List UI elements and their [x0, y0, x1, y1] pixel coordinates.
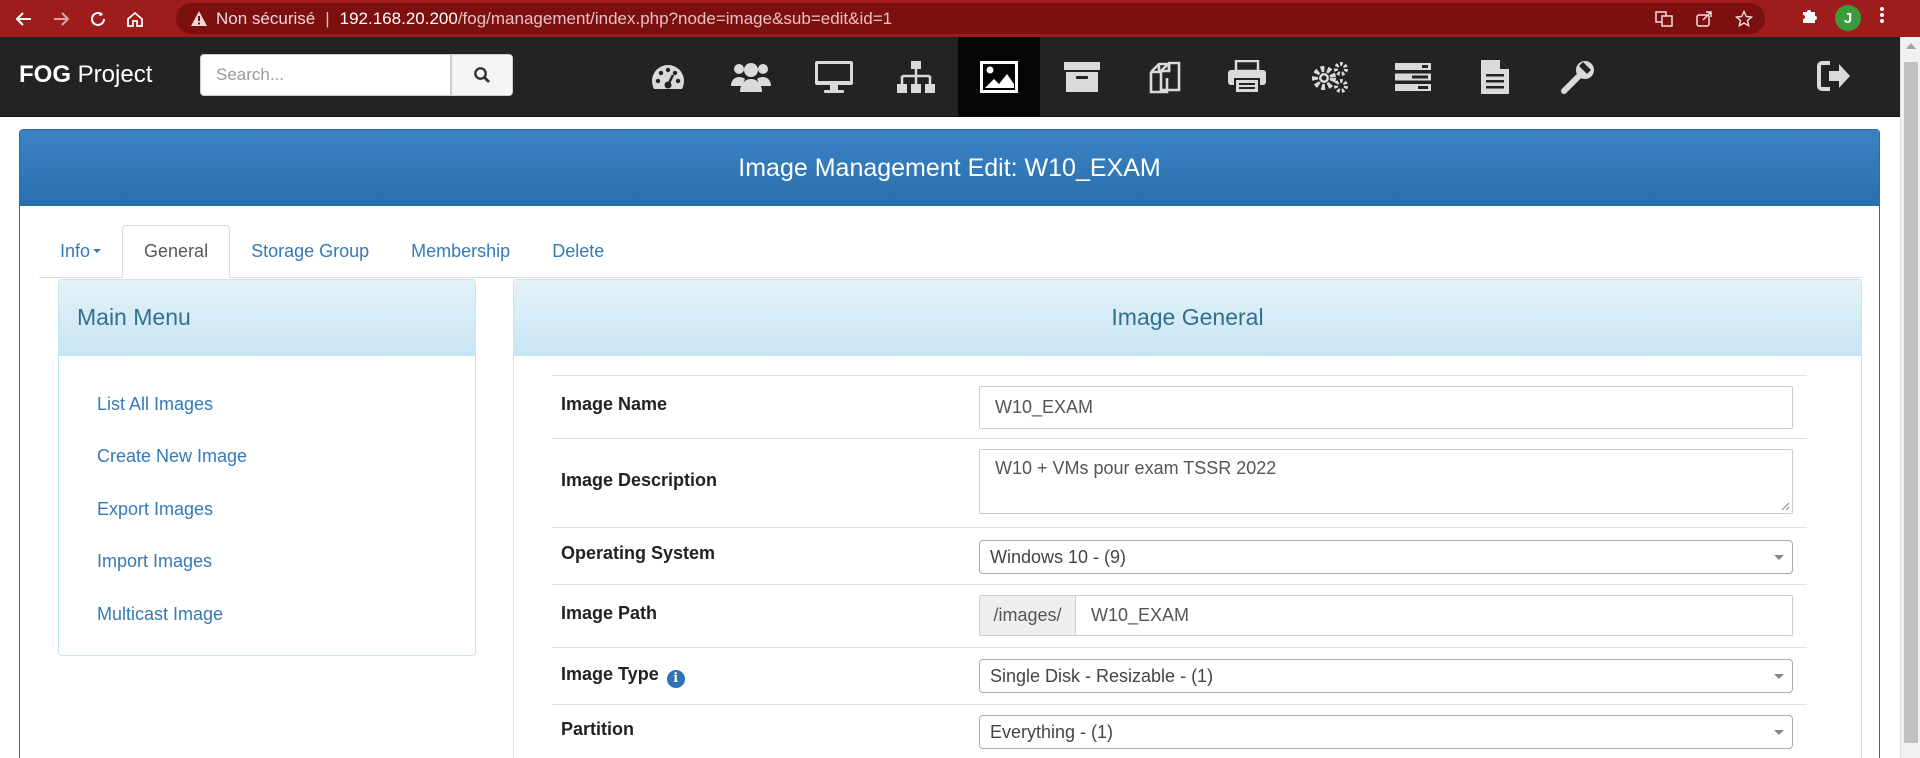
forward-icon[interactable]	[48, 6, 74, 32]
menu-item-create-new-image[interactable]: Create New Image	[59, 431, 475, 484]
page-scrollbar[interactable]	[1900, 37, 1920, 758]
brand-logo[interactable]: FOG Project	[19, 61, 152, 89]
back-icon[interactable]	[11, 6, 37, 32]
reports-icon[interactable]	[1454, 37, 1537, 117]
dashboard-icon[interactable]	[627, 37, 710, 117]
hosts-icon[interactable]	[792, 37, 875, 117]
partition-label: Partition	[561, 719, 635, 739]
operating-system-label: Operating System	[561, 543, 716, 563]
address-bar[interactable]: Non sécurisé | 192.168.20.200/fog/manage…	[176, 3, 1765, 34]
insecure-label: Non sécurisé	[216, 8, 316, 28]
tab-delete[interactable]: Delete	[531, 225, 625, 277]
image-edit-panel: Image Management Edit: W10_EXAM Info Gen…	[19, 129, 1880, 758]
edit-tabs: Info General Storage Group Membership De…	[39, 225, 1861, 278]
operating-system-value: Windows 10 - (9)	[990, 546, 1127, 567]
chevron-down-icon	[1774, 730, 1784, 735]
form-row-operating-system: Operating System Windows 10 - (9)	[552, 528, 1807, 585]
image-type-value: Single Disk - Resizable - (1)	[990, 665, 1214, 686]
printers-icon[interactable]	[1206, 37, 1289, 117]
share-icon[interactable]	[1693, 8, 1715, 30]
tab-info[interactable]: Info	[39, 225, 122, 277]
form-row-image-description: Image Description W10 + VMs pour exam TS…	[552, 439, 1807, 528]
resize-handle-icon[interactable]	[1780, 501, 1790, 511]
translate-icon[interactable]	[1653, 8, 1675, 30]
page-title: Image Management Edit: W10_EXAM	[20, 130, 1879, 206]
users-icon[interactable]	[710, 37, 793, 117]
image-path-prefix: /images/	[979, 595, 1076, 636]
browser-toolbar: Non sécurisé | 192.168.20.200/fog/manage…	[0, 0, 1920, 37]
partition-select[interactable]: Everything - (1)	[979, 715, 1793, 749]
snapins-icon[interactable]	[1123, 37, 1206, 117]
brand-bold: FOG	[19, 61, 71, 88]
menu-item-list-all-images[interactable]: List All Images	[59, 378, 475, 431]
profile-avatar[interactable]: J	[1835, 5, 1861, 31]
form-row-partition: Partition Everything - (1)	[552, 705, 1807, 758]
scrollbar-thumb[interactable]	[1904, 62, 1918, 743]
main-menu: Main Menu List All Images Create New Ima…	[58, 279, 476, 656]
image-description-label: Image Description	[561, 470, 718, 490]
caret-down-icon	[93, 249, 102, 253]
search-icon	[474, 67, 490, 83]
image-description-value: W10 + VMs pour exam TSSR 2022	[995, 458, 1277, 478]
image-name-input[interactable]: W10_EXAM	[979, 386, 1793, 429]
chevron-down-icon	[1774, 555, 1784, 560]
form-row-image-path: Image Path /images/ W10_EXAM	[552, 585, 1807, 648]
search-input[interactable]: Search...	[200, 54, 451, 96]
image-path-label: Image Path	[561, 603, 658, 623]
image-type-label-text: Image Type	[561, 664, 659, 684]
storage-icon[interactable]	[1040, 37, 1123, 117]
url-host: 192.168.20.200	[339, 8, 458, 28]
search-button[interactable]	[451, 54, 513, 96]
form-row-image-type: Image Type i Single Disk - Resizable - (1…	[552, 648, 1807, 705]
tab-info-label: Info	[60, 240, 91, 261]
reload-icon[interactable]	[85, 6, 111, 32]
image-description-textarea[interactable]: W10 + VMs pour exam TSSR 2022	[979, 449, 1793, 514]
image-general-title: Image General	[514, 280, 1861, 356]
main-menu-title: Main Menu	[59, 280, 475, 356]
settings-icon[interactable]	[1537, 37, 1620, 117]
menu-item-export-images[interactable]: Export Images	[59, 483, 475, 536]
fog-navbar: FOG Project Search...	[0, 37, 1920, 117]
browser-menu-icon[interactable]	[1876, 5, 1888, 31]
image-type-label: Image Type i	[561, 664, 685, 688]
services-icon[interactable]	[1289, 37, 1372, 117]
tab-general[interactable]: General	[122, 225, 231, 278]
url-separator: |	[325, 8, 330, 28]
operating-system-select[interactable]: Windows 10 - (9)	[979, 540, 1793, 574]
scroll-up-icon[interactable]	[1906, 43, 1916, 49]
partition-value: Everything - (1)	[990, 721, 1114, 742]
image-name-label: Image Name	[561, 394, 668, 414]
url-path: /fog/management/index.php?node=image&sub…	[457, 8, 893, 28]
warning-icon	[191, 10, 207, 26]
menu-item-import-images[interactable]: Import Images	[59, 536, 475, 589]
chevron-down-icon	[1774, 674, 1784, 679]
image-general-panel: Image General Image Name W10_EXAM Image …	[513, 279, 1862, 758]
image-general-form: Image Name W10_EXAM Image Description W1…	[552, 375, 1807, 758]
images-icon[interactable]	[957, 37, 1041, 117]
form-row-image-name: Image Name W10_EXAM	[552, 376, 1807, 439]
brand-rest: Project	[71, 61, 153, 88]
extensions-icon[interactable]	[1798, 7, 1820, 30]
tab-membership[interactable]: Membership	[390, 225, 531, 277]
home-icon[interactable]	[122, 6, 148, 32]
info-icon[interactable]: i	[666, 670, 685, 688]
menu-item-multicast-image[interactable]: Multicast Image	[59, 588, 475, 641]
tab-storage-group[interactable]: Storage Group	[230, 225, 390, 277]
logout-icon[interactable]	[1817, 61, 1857, 93]
bookmark-star-icon[interactable]	[1733, 8, 1755, 30]
image-type-select[interactable]: Single Disk - Resizable - (1)	[979, 659, 1793, 693]
image-path-input[interactable]: W10_EXAM	[1076, 595, 1793, 636]
tasks-icon[interactable]	[1371, 37, 1454, 117]
groups-icon[interactable]	[875, 37, 958, 117]
